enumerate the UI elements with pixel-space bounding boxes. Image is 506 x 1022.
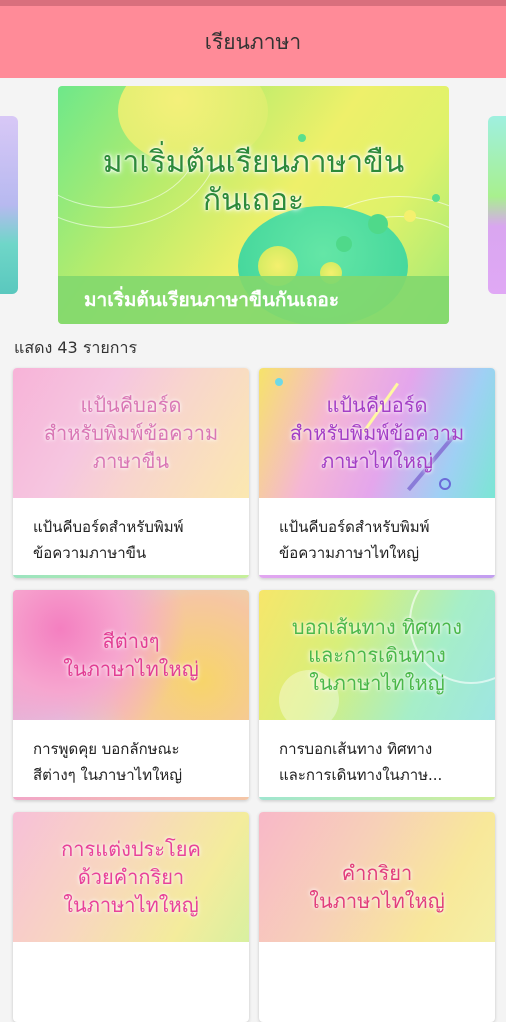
lesson-card[interactable]: บอกเส้นทาง ทิศทาง และการเดินทาง ในภาษาไท…: [259, 590, 495, 800]
lesson-thumbnail-text: บอกเส้นทาง ทิศทาง และการเดินทาง ในภาษาไท…: [291, 615, 463, 695]
lesson-title: การบอกเส้นทาง ทิศทาง และการเดินทางในภาษ.…: [279, 740, 443, 784]
carousel-next-slide[interactable]: [488, 116, 506, 294]
lesson-card[interactable]: แป้นคีบอร์ด สำหรับพิมพ์ข้อความ ภาษาไทใหญ…: [259, 368, 495, 578]
lesson-thumbnail: แป้นคีบอร์ด สำหรับพิมพ์ข้อความ ภาษาไทใหญ…: [259, 368, 495, 498]
lesson-thumbnail-text: การแต่งประโยค ด้วยคำกริยา ในภาษาไทใหญ่: [61, 837, 201, 917]
featured-banner[interactable]: มาเริ่มต้นเรียนภาษาขืน กันเถอะ มาเริ่มต้…: [58, 86, 449, 324]
banner-dot-decoration: [298, 134, 306, 142]
app-title: เรียนภาษา: [204, 29, 302, 54]
lesson-thumbnail-text: คำกริยา ในภาษาไทใหญ่: [309, 861, 445, 913]
lesson-thumbnail-text: แป้นคีบอร์ด สำหรับพิมพ์ข้อความ ภาษาขืน: [43, 393, 219, 473]
lesson-card[interactable]: คำกริยา ในภาษาไทใหญ่: [259, 812, 495, 1022]
lesson-thumbnail: บอกเส้นทาง ทิศทาง และการเดินทาง ในภาษาไท…: [259, 590, 495, 720]
banner-headline: มาเริ่มต้นเรียนภาษาขืน กันเถอะ: [102, 145, 405, 218]
card-accent-stripe: [259, 575, 495, 578]
lesson-card[interactable]: สีต่างๆ ในภาษาไทใหญ่ การพูดคุย บอกลักษณะ…: [13, 590, 249, 800]
lesson-thumbnail: สีต่างๆ ในภาษาไทใหญ่: [13, 590, 249, 720]
carousel-prev-slide[interactable]: [0, 116, 18, 294]
banner-caption-text: มาเริ่มต้นเรียนภาษาขืนกันเถอะ: [84, 289, 340, 311]
list-count: แสดง 43 รายการ: [14, 338, 138, 357]
lesson-title: แป้นคีบอร์ดสำหรับพิมพ์ ข้อความภาษาไทใหญ่: [279, 518, 430, 562]
lesson-title: การพูดคุย บอกลักษณะ สีต่างๆ ในภาษาไทใหญ่: [33, 740, 183, 784]
lesson-thumbnail-text: สีต่างๆ ในภาษาไทใหญ่: [63, 629, 199, 681]
banner-dot-decoration: [336, 236, 352, 252]
lesson-card[interactable]: การแต่งประโยค ด้วยคำกริยา ในภาษาไทใหญ่: [13, 812, 249, 1022]
featured-carousel[interactable]: มาเริ่มต้นเรียนภาษาขืน กันเถอะ มาเริ่มต้…: [0, 78, 506, 333]
lesson-title: แป้นคีบอร์ดสำหรับพิมพ์ ข้อความภาษาขืน: [33, 518, 184, 562]
lesson-thumbnail: คำกริยา ในภาษาไทใหญ่: [259, 812, 495, 942]
banner-caption: มาเริ่มต้นเรียนภาษาขืนกันเถอะ: [58, 276, 449, 324]
lesson-thumbnail: การแต่งประโยค ด้วยคำกริยา ในภาษาไทใหญ่: [13, 812, 249, 942]
card-accent-stripe: [259, 797, 495, 800]
card-accent-stripe: [13, 797, 249, 800]
card-accent-stripe: [13, 575, 249, 578]
lesson-thumbnail-text: แป้นคีบอร์ด สำหรับพิมพ์ข้อความ ภาษาไทใหญ…: [289, 393, 465, 473]
lesson-thumbnail: แป้นคีบอร์ด สำหรับพิมพ์ข้อความ ภาษาขืน: [13, 368, 249, 498]
app-bar: เรียนภาษา: [0, 6, 506, 78]
lesson-card[interactable]: แป้นคีบอร์ด สำหรับพิมพ์ข้อความ ภาษาขืน แ…: [13, 368, 249, 578]
